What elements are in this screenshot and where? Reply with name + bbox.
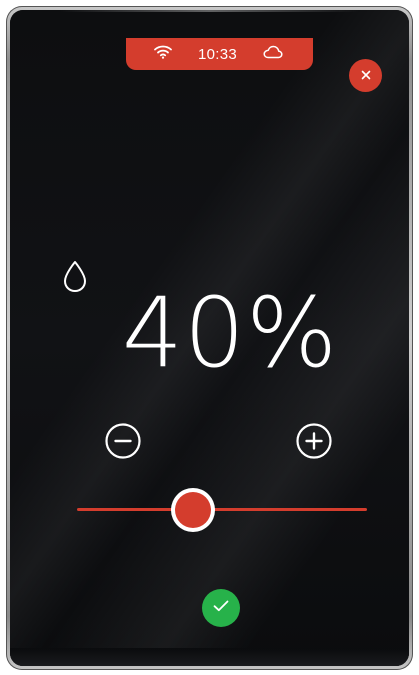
humidity-value: 40%	[121, 277, 339, 389]
device-frame: 10:33 40%	[6, 6, 413, 670]
screen-bezel: 10:33 40%	[10, 10, 409, 666]
status-time: 10:33	[197, 45, 238, 63]
value-slider[interactable]	[77, 488, 367, 532]
checkmark-icon	[213, 599, 229, 617]
plus-circle-icon	[295, 423, 333, 464]
minus-circle-icon	[104, 423, 142, 464]
slider-track[interactable]	[77, 508, 367, 511]
slider-thumb-fill	[175, 492, 211, 528]
screen: 10:33 40%	[10, 10, 409, 666]
bottom-rim	[10, 648, 409, 666]
wifi-icon	[154, 45, 172, 64]
rim-highlight	[60, 10, 359, 12]
close-icon	[361, 67, 371, 85]
increase-button[interactable]	[295, 422, 333, 460]
close-button[interactable]	[349, 59, 382, 92]
cloud-icon	[263, 45, 283, 64]
confirm-button[interactable]	[202, 589, 240, 627]
decrease-button[interactable]	[104, 422, 142, 460]
slider-thumb[interactable]	[171, 488, 215, 532]
water-drop-icon	[62, 260, 88, 294]
status-bar: 10:33	[126, 38, 313, 70]
